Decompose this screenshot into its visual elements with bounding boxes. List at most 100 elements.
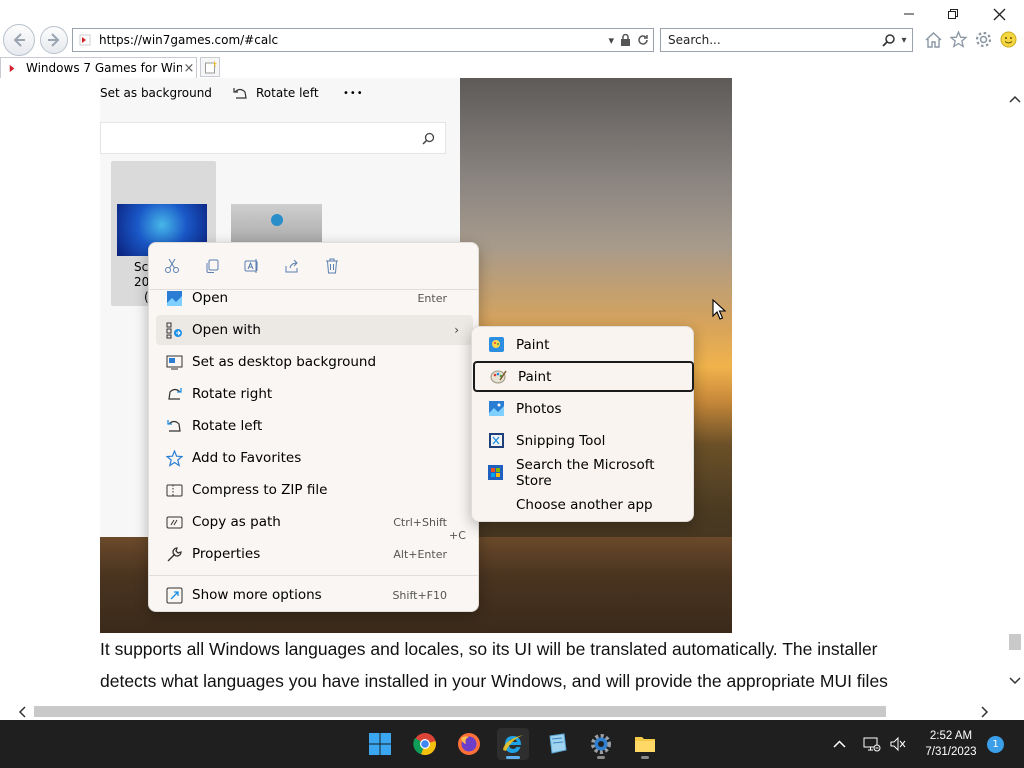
search-box[interactable]: Search... ▾ (660, 28, 913, 52)
windows-logo-icon (369, 733, 391, 755)
minimize-icon (904, 13, 914, 15)
share-button[interactable] (283, 257, 301, 275)
menu-item-show-more-options[interactable]: Show more options Shift+F10 (156, 580, 473, 610)
snipping-tool-icon (486, 431, 506, 451)
menu-item-open-with[interactable]: Open with › (156, 315, 473, 345)
open-icon (164, 288, 184, 308)
menu-item-compress-zip[interactable]: Compress to ZIP file (156, 475, 473, 505)
submenu-item-paint-classic[interactable]: Paint (473, 361, 694, 392)
forward-button[interactable] (40, 26, 68, 54)
new-tab-button[interactable] (200, 57, 220, 77)
favorites-star-icon[interactable] (949, 30, 968, 49)
firefox-icon (458, 733, 480, 755)
rename-icon (244, 259, 258, 273)
system-clock[interactable]: 2:52 AM 7/31/2023 (916, 728, 986, 760)
menu-item-rotate-right[interactable]: Rotate right (156, 379, 473, 409)
taskbar-settings[interactable] (585, 728, 617, 760)
photos-icon (486, 399, 506, 419)
submenu-item-choose-another-app[interactable]: Choose another app (473, 489, 694, 520)
running-indicator (597, 756, 605, 759)
explorer-toolbar: Set as background Rotate left ••• (100, 78, 460, 108)
explorer-search-icon (422, 132, 435, 145)
close-icon (993, 8, 1005, 20)
scroll-right-icon[interactable] (977, 703, 993, 720)
mouse-cursor-icon (712, 299, 726, 320)
chrome-icon (413, 733, 436, 756)
zip-icon (164, 480, 184, 500)
home-icon[interactable] (924, 30, 943, 49)
paint-icon (486, 335, 506, 355)
address-url[interactable]: https://win7games.com/#calc (99, 33, 608, 47)
tab-win7games[interactable]: Windows 7 Games for Wind... × (0, 57, 197, 78)
internet-explorer-icon (503, 735, 523, 753)
back-arrow-icon (13, 33, 25, 47)
volume-button[interactable] (890, 720, 906, 768)
open-with-icon (164, 320, 184, 340)
context-menu: Open Enter Open with › Set as desktop ba… (148, 242, 479, 612)
scroll-down-icon[interactable] (1008, 674, 1022, 688)
submenu-item-photos[interactable]: Photos (473, 393, 694, 424)
submenu-item-snipping-tool[interactable]: Snipping Tool (473, 425, 694, 456)
network-status-button[interactable] (863, 720, 881, 768)
browser-chrome: https://win7games.com/#calc ▾ Search... … (0, 0, 1024, 78)
menu-item-copy-as-path[interactable]: Copy as path Ctrl+Shift (156, 507, 473, 537)
search-dropdown-icon[interactable]: ▾ (896, 35, 912, 46)
forward-arrow-icon (48, 33, 60, 47)
back-button[interactable] (3, 24, 35, 56)
delete-button[interactable] (323, 257, 341, 275)
vertical-scroll-thumb[interactable] (1009, 634, 1021, 650)
lock-icon[interactable] (620, 34, 631, 46)
taskbar-firefox[interactable] (453, 728, 485, 760)
tab-favicon-icon (9, 64, 15, 72)
taskbar-chrome[interactable] (409, 728, 441, 760)
tray-overflow-button[interactable] (833, 720, 846, 768)
network-icon (863, 737, 881, 752)
scroll-up-icon[interactable] (1008, 92, 1022, 106)
tab-close-button[interactable]: × (182, 61, 196, 76)
taskbar-file-explorer[interactable] (629, 728, 661, 760)
scroll-left-icon[interactable] (14, 703, 30, 720)
search-icon[interactable] (882, 33, 896, 47)
copy-button[interactable] (203, 257, 221, 275)
site-favicon-icon (79, 34, 91, 46)
cut-button[interactable] (163, 257, 181, 275)
menu-item-rotate-left[interactable]: Rotate left (156, 411, 473, 441)
tab-bar: Windows 7 Games for Wind... × (0, 56, 1024, 78)
rename-button[interactable] (243, 257, 261, 275)
clock-date: 7/31/2023 (925, 746, 977, 758)
horizontal-scrollbar[interactable] (0, 703, 1006, 720)
address-bar[interactable]: https://win7games.com/#calc ▾ (72, 28, 654, 52)
rotate-left-toolbar-button: Rotate left (233, 78, 319, 108)
taskbar-internet-explorer[interactable] (497, 728, 529, 760)
close-window-button[interactable] (987, 4, 1011, 24)
trash-icon (326, 258, 338, 274)
menu-item-properties[interactable]: Properties Alt+Enter (156, 539, 473, 569)
more-toolbar-button: ••• (343, 87, 364, 99)
copy-icon (206, 259, 219, 273)
more-options-icon (164, 585, 184, 605)
smiley-feedback-icon[interactable] (999, 30, 1018, 49)
taskbar-app-blue[interactable] (541, 728, 573, 760)
submenu-item-paint[interactable]: Paint (473, 329, 694, 360)
horizontal-scroll-thumb[interactable] (34, 706, 886, 717)
submenu-item-microsoft-store[interactable]: Search the Microsoft Store (473, 457, 694, 489)
taskbar: 2:52 AM 7/31/2023 1 (0, 720, 1024, 768)
cut-icon (165, 258, 179, 273)
settings-icon (591, 734, 611, 754)
refresh-icon[interactable] (637, 34, 649, 46)
rotate-left-icon (164, 416, 184, 436)
minimize-button[interactable] (897, 4, 921, 24)
vertical-scrollbar[interactable] (1006, 78, 1024, 703)
notification-badge[interactable]: 1 (987, 736, 1004, 753)
start-button[interactable] (364, 728, 396, 760)
menu-item-add-to-favorites[interactable]: Add to Favorites (156, 443, 473, 473)
menu-item-open[interactable]: Open Enter (156, 283, 473, 313)
dropdown-icon[interactable]: ▾ (608, 34, 614, 47)
paint-classic-icon (488, 367, 508, 387)
restore-icon (948, 9, 958, 19)
restore-button[interactable] (941, 4, 965, 24)
search-input[interactable]: Search... (668, 33, 882, 47)
star-icon (164, 448, 184, 468)
settings-gear-icon[interactable] (974, 30, 993, 49)
menu-item-set-desktop-background[interactable]: Set as desktop background (156, 347, 473, 377)
